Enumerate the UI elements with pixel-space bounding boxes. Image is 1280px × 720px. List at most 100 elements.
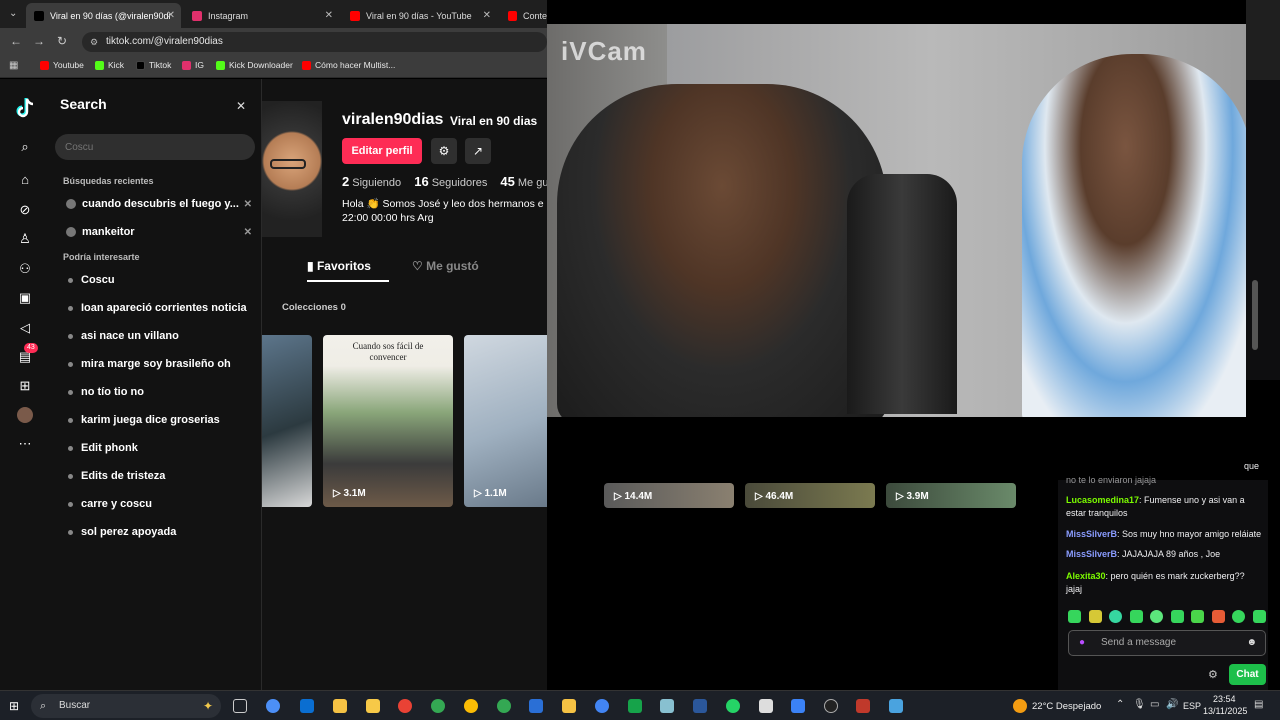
bookmark-ig[interactable]: IG — [182, 60, 204, 70]
app-icon[interactable] — [660, 699, 674, 713]
site-info-icon[interactable]: ⚙ — [90, 32, 98, 52]
forward-icon[interactable]: → — [33, 34, 45, 48]
close-icon[interactable]: ✕ — [483, 10, 491, 21]
emote-icon[interactable] — [1109, 610, 1123, 623]
apps-grid-icon[interactable]: ▦ — [9, 60, 18, 71]
weather-text[interactable]: 22°C Despejado — [1032, 701, 1101, 712]
more-icon[interactable]: ⋯ — [17, 436, 33, 452]
live-icon[interactable]: ▣ — [17, 290, 33, 306]
copilot-icon[interactable] — [266, 699, 280, 713]
app-icon[interactable] — [529, 699, 543, 713]
app-icon[interactable] — [856, 699, 870, 713]
video-thumbnail[interactable]: ▷ 46.4M — [745, 483, 875, 508]
bookmark-kick-downloader[interactable]: Kick Downloader — [216, 60, 293, 70]
emote-icon[interactable] — [1088, 610, 1102, 623]
settings-icon[interactable]: ⚙ — [431, 138, 457, 164]
chrome-icon[interactable] — [595, 699, 609, 713]
following-label[interactable]: Siguiendo — [352, 177, 401, 189]
tab-content[interactable]: Conte — [500, 3, 547, 28]
tray-chevron-icon[interactable]: ⌃ — [1116, 699, 1124, 710]
bookmark-tiktok[interactable]: Tiktok — [136, 60, 171, 70]
url-field[interactable]: ⚙ tiktok.com/@viralen90dias — [82, 32, 547, 52]
tab-list-icon[interactable]: ⌄ — [9, 8, 17, 19]
close-icon[interactable]: ✕ — [236, 99, 246, 113]
language-indicator[interactable]: ESP — [1183, 701, 1201, 711]
task-view-icon[interactable] — [233, 699, 247, 713]
suggestion-item[interactable]: Ioan apareció corrientes noticia — [68, 302, 247, 314]
chat-settings-icon[interactable]: ⚙ — [1208, 668, 1218, 681]
remove-icon[interactable]: ✕ — [244, 199, 252, 210]
network-icon[interactable]: ▭ — [1150, 699, 1159, 710]
microphone-icon[interactable]: ● — [1079, 631, 1085, 655]
emote-icon[interactable] — [1191, 610, 1205, 623]
following-icon[interactable]: ♙ — [17, 231, 33, 247]
whatsapp-icon[interactable] — [726, 699, 740, 713]
chrome-icon[interactable] — [398, 699, 412, 713]
tab-tiktok[interactable]: Viral en 90 días (@viralen90di ✕ — [26, 3, 181, 28]
file-icon[interactable] — [759, 699, 773, 713]
upload-icon[interactable]: ⊞ — [17, 378, 33, 394]
suggestion-item[interactable]: Edits de tristeza — [68, 470, 165, 482]
tiktok-logo-icon[interactable] — [15, 97, 35, 119]
reload-icon[interactable]: ↻ — [57, 34, 67, 48]
mail-icon[interactable] — [300, 699, 314, 713]
suggestion-item[interactable]: sol perez apoyada — [68, 526, 176, 538]
share-icon[interactable]: ↗ — [465, 138, 491, 164]
profile-avatar-icon[interactable] — [17, 407, 33, 423]
camtasia-icon[interactable] — [628, 699, 642, 713]
bookmark-kick[interactable]: Kick — [95, 60, 124, 70]
collections-label[interactable]: Colecciones 0 — [282, 302, 346, 313]
bookmark-youtube[interactable]: Youtube — [40, 60, 84, 70]
emote-icon[interactable] — [1232, 610, 1246, 623]
emoji-icon[interactable]: ☻ — [1246, 631, 1257, 655]
chrome-icon[interactable] — [431, 699, 445, 713]
recent-item[interactable]: mankeitor ✕ — [66, 226, 252, 238]
clock-date[interactable]: 13/11/2025 — [1203, 706, 1247, 716]
search-input[interactable] — [55, 134, 255, 160]
suggestion-item[interactable]: karim juega dice groserias — [68, 414, 220, 426]
recent-item[interactable]: cuando descubris el fuego y... ✕ — [66, 198, 252, 210]
edit-profile-button[interactable]: Editar perfil — [342, 138, 422, 164]
obs-icon[interactable] — [824, 699, 838, 713]
back-icon[interactable]: ← — [10, 34, 22, 48]
chat-button[interactable]: Chat — [1229, 664, 1266, 685]
video-thumbnail[interactable]: ▷ 14.4M — [604, 483, 734, 508]
friends-icon[interactable]: ⚇ — [17, 261, 33, 277]
video-thumbnail[interactable]: Cuando sos fácil de convencer ▷ 3.1M — [323, 335, 453, 507]
followers-label[interactable]: Seguidores — [432, 177, 488, 189]
bookmark-multistream[interactable]: Cómo hacer Multist... — [302, 60, 395, 70]
explore-icon[interactable]: ⊘ — [17, 202, 33, 218]
send-message-input[interactable]: ● Send a message ☻ — [1068, 630, 1266, 656]
chat-username[interactable]: Lucasomedina17 — [1066, 495, 1139, 505]
chat-username[interactable]: MissSilverB — [1066, 549, 1117, 559]
chrome-icon[interactable] — [464, 699, 478, 713]
activity-icon[interactable]: ▤ 43 — [17, 343, 38, 365]
notifications-icon[interactable]: ▤ — [1254, 699, 1263, 710]
close-icon[interactable]: ✕ — [167, 10, 175, 21]
clock-time[interactable]: 23:54 — [1213, 694, 1236, 704]
search-icon[interactable]: ⌕ — [17, 139, 33, 155]
chat-username[interactable]: Alexita30 — [1066, 571, 1106, 581]
volume-icon[interactable]: 🔊 — [1166, 699, 1178, 710]
suggestion-item[interactable]: Edit phonk — [68, 442, 138, 454]
chrome-active-icon[interactable] — [497, 699, 511, 713]
remove-icon[interactable]: ✕ — [244, 227, 252, 238]
video-thumbnail[interactable] — [262, 335, 312, 507]
app-icon[interactable] — [889, 699, 903, 713]
tab-liked[interactable]: ♡ Me gustó — [412, 259, 479, 273]
emote-icon[interactable] — [1170, 610, 1184, 623]
tab-instagram[interactable]: Instagram ✕ — [184, 3, 339, 28]
notes-icon[interactable] — [366, 699, 380, 713]
tab-favorites[interactable]: ▮ Favoritos — [307, 259, 371, 273]
video-thumbnail[interactable]: ▷ 1.1M — [464, 335, 547, 507]
emote-icon[interactable] — [1211, 610, 1225, 623]
video-thumbnail[interactable]: ▷ 3.9M — [886, 483, 1016, 508]
suggestion-item[interactable]: no tío tio no — [68, 386, 144, 398]
messages-icon[interactable]: ◁ — [17, 320, 33, 336]
emote-icon[interactable] — [1068, 610, 1081, 623]
tab-youtube[interactable]: Viral en 90 días - YouTube ✕ — [342, 3, 497, 28]
word-icon[interactable] — [693, 699, 707, 713]
suggestion-item[interactable]: asi nace un villano — [68, 330, 179, 342]
suggestion-item[interactable]: carre y coscu — [68, 498, 152, 510]
scrollbar-thumb[interactable] — [1252, 280, 1258, 350]
